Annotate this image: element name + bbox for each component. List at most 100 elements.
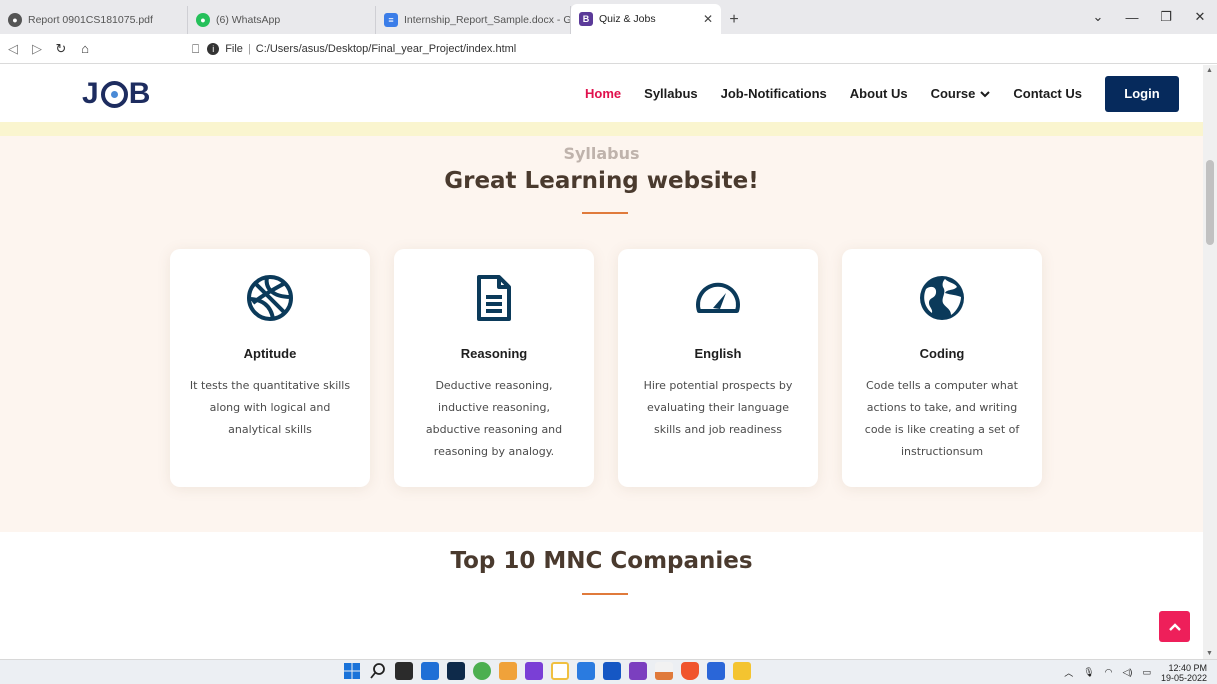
tab-label: Report 0901CS181075.pdf (28, 14, 153, 26)
tab-label: (6) WhatsApp (216, 14, 281, 26)
card-description: It tests the quantitative skills along w… (189, 379, 351, 436)
back-to-top-button[interactable] (1159, 611, 1190, 642)
onenote-icon[interactable] (629, 662, 647, 680)
volume-icon[interactable]: ◁) (1123, 667, 1133, 678)
globe-icon (920, 276, 964, 320)
scroll-up-icon[interactable]: ▲ (1206, 67, 1213, 74)
page-viewport: JB Home Syllabus Job-Notifications About… (0, 65, 1203, 659)
whatsapp-icon: ● (196, 13, 210, 27)
bootstrap-icon: B (579, 12, 593, 26)
chevron-down-icon (980, 90, 991, 97)
site-header: JB Home Syllabus Job-Notifications About… (0, 65, 1203, 122)
chevron-up-icon (1168, 622, 1181, 631)
section-divider (582, 212, 628, 214)
nav-job-notifications[interactable]: Job-Notifications (721, 86, 827, 101)
nav-contact-us[interactable]: Contact Us (1013, 86, 1082, 101)
speedometer-icon (696, 282, 740, 313)
wifi-icon[interactable]: ◠ (1105, 667, 1113, 678)
brave-icon[interactable] (681, 662, 699, 680)
url-field[interactable]: ⎕ i File | C:/Users/asus/Desktop/Final_y… (192, 38, 960, 60)
os-taskbar: ︿ 🎙 ◠ ◁) ▭ 12:40 PM 19-05-2022 (0, 659, 1217, 684)
taskbar-apps (343, 662, 759, 680)
syllabus-card-english[interactable]: English Hire potential prospects by eval… (618, 249, 818, 487)
docs-icon: ≡ (384, 13, 398, 27)
home-icon[interactable]: ⌂ (74, 41, 96, 56)
bookmark-icon[interactable]: ⎕ (192, 42, 199, 57)
chevron-down-icon[interactable]: ⌄ (1081, 9, 1115, 25)
syllabus-card-reasoning[interactable]: Reasoning Deductive reasoning, inductive… (394, 249, 594, 487)
login-button[interactable]: Login (1105, 75, 1179, 112)
card-title: Coding (919, 346, 965, 361)
companies-divider (582, 593, 628, 595)
scroll-down-icon[interactable]: ▼ (1206, 650, 1213, 657)
file-explorer-icon[interactable] (733, 662, 751, 680)
minimize-icon[interactable]: — (1115, 10, 1149, 25)
back-icon[interactable]: ◁ (2, 41, 24, 57)
browser-tab-whatsapp[interactable]: ● (6) WhatsApp (188, 6, 376, 34)
browser-tab-quiz-jobs[interactable]: B Quiz & Jobs ✕ (571, 4, 721, 34)
card-description: Code tells a computer what actions to ta… (864, 379, 1020, 458)
section-subtitle: Syllabus (563, 144, 640, 163)
todo-icon[interactable] (577, 662, 595, 680)
browser-tab-bar: ● Report 0901CS181075.pdf ● (6) WhatsApp… (0, 0, 1217, 34)
site-logo[interactable]: JB (82, 77, 151, 111)
header-strip (0, 122, 1203, 136)
app-icon[interactable] (525, 662, 543, 680)
url-path: C:/Users/asus/Desktop/Final_year_Project… (255, 43, 517, 55)
word-icon[interactable] (707, 662, 725, 680)
card-description: Hire potential prospects by evaluating t… (643, 379, 793, 436)
window-controls: ⌄ — ❐ ✕ (1081, 0, 1217, 34)
chrome-icon[interactable] (473, 662, 491, 680)
nav-course[interactable]: Course (931, 86, 991, 101)
clock-date: 19-05-2022 (1160, 672, 1207, 683)
syllabus-card-aptitude[interactable]: Aptitude It tests the quantitative skill… (170, 249, 370, 487)
forward-icon[interactable]: ▷ (26, 41, 48, 57)
nav-syllabus[interactable]: Syllabus (644, 86, 697, 101)
card-title: Reasoning (460, 346, 528, 361)
vlc-icon[interactable] (655, 662, 673, 680)
tab-label: Internship_Report_Sample.docx - Goo (404, 14, 571, 26)
reload-icon[interactable]: ↻ (50, 41, 72, 57)
site-info-icon[interactable]: i (207, 43, 220, 55)
browser-address-bar: ◁ ▷ ↻ ⌂ ⎕ i File | C:/Users/asus/Desktop… (0, 34, 1217, 90)
system-tray: ︿ 🎙 ◠ ◁) ▭ 12:40 PM 19-05-2022 (1054, 661, 1207, 684)
nav-about-us[interactable]: About Us (850, 86, 908, 101)
nav-home[interactable]: Home (585, 86, 621, 101)
maximize-icon[interactable]: ❐ (1149, 9, 1183, 25)
browser-tab-report-pdf[interactable]: ● Report 0901CS181075.pdf (0, 6, 188, 34)
close-window-icon[interactable]: ✕ (1183, 9, 1217, 25)
clock[interactable]: 12:40 PM 19-05-2022 (1161, 663, 1207, 683)
basketball-icon (247, 275, 293, 321)
url-scheme-label: File (225, 43, 243, 55)
chevron-up-icon[interactable]: ︿ (1064, 666, 1073, 679)
file-app-icon[interactable] (499, 662, 517, 680)
card-title: English (694, 346, 742, 361)
tab-label: Quiz & Jobs (599, 13, 656, 25)
card-title: Aptitude (243, 346, 297, 361)
widgets-icon[interactable] (421, 662, 439, 680)
search-icon[interactable] (369, 662, 387, 680)
browser-tab-google-docs[interactable]: ≡ Internship_Report_Sample.docx - Goo (376, 6, 571, 34)
nav-course-label: Course (930, 86, 976, 101)
document-icon (477, 275, 511, 321)
syllabus-section: Syllabus Great Learning website! Aptitud… (0, 136, 1203, 532)
url-separator: | (247, 43, 251, 55)
new-tab-button[interactable]: + (721, 6, 747, 34)
close-tab-icon[interactable]: ✕ (703, 12, 713, 26)
task-view-icon[interactable] (395, 662, 413, 680)
battery-icon[interactable]: ▭ (1142, 667, 1151, 678)
syllabus-card-coding[interactable]: Coding Code tells a computer what action… (842, 249, 1042, 487)
clock-time: 12:40 PM (1168, 662, 1207, 673)
app-icon[interactable] (551, 662, 569, 680)
section-title: Great Learning website! (444, 168, 759, 194)
logo-o-icon (100, 80, 128, 108)
main-nav: Home Syllabus Job-Notifications About Us… (585, 65, 1203, 122)
windows-start-icon[interactable] (343, 662, 361, 680)
microphone-icon[interactable]: 🎙 (1083, 667, 1094, 678)
globe-icon: ● (8, 13, 22, 27)
scrollbar-thumb[interactable] (1206, 160, 1214, 245)
page-scrollbar[interactable]: ▲ ▼ (1203, 65, 1217, 659)
photoshop-icon[interactable] (447, 662, 465, 680)
mail-icon[interactable] (603, 662, 621, 680)
companies-title: Top 10 MNC Companies (450, 548, 753, 574)
